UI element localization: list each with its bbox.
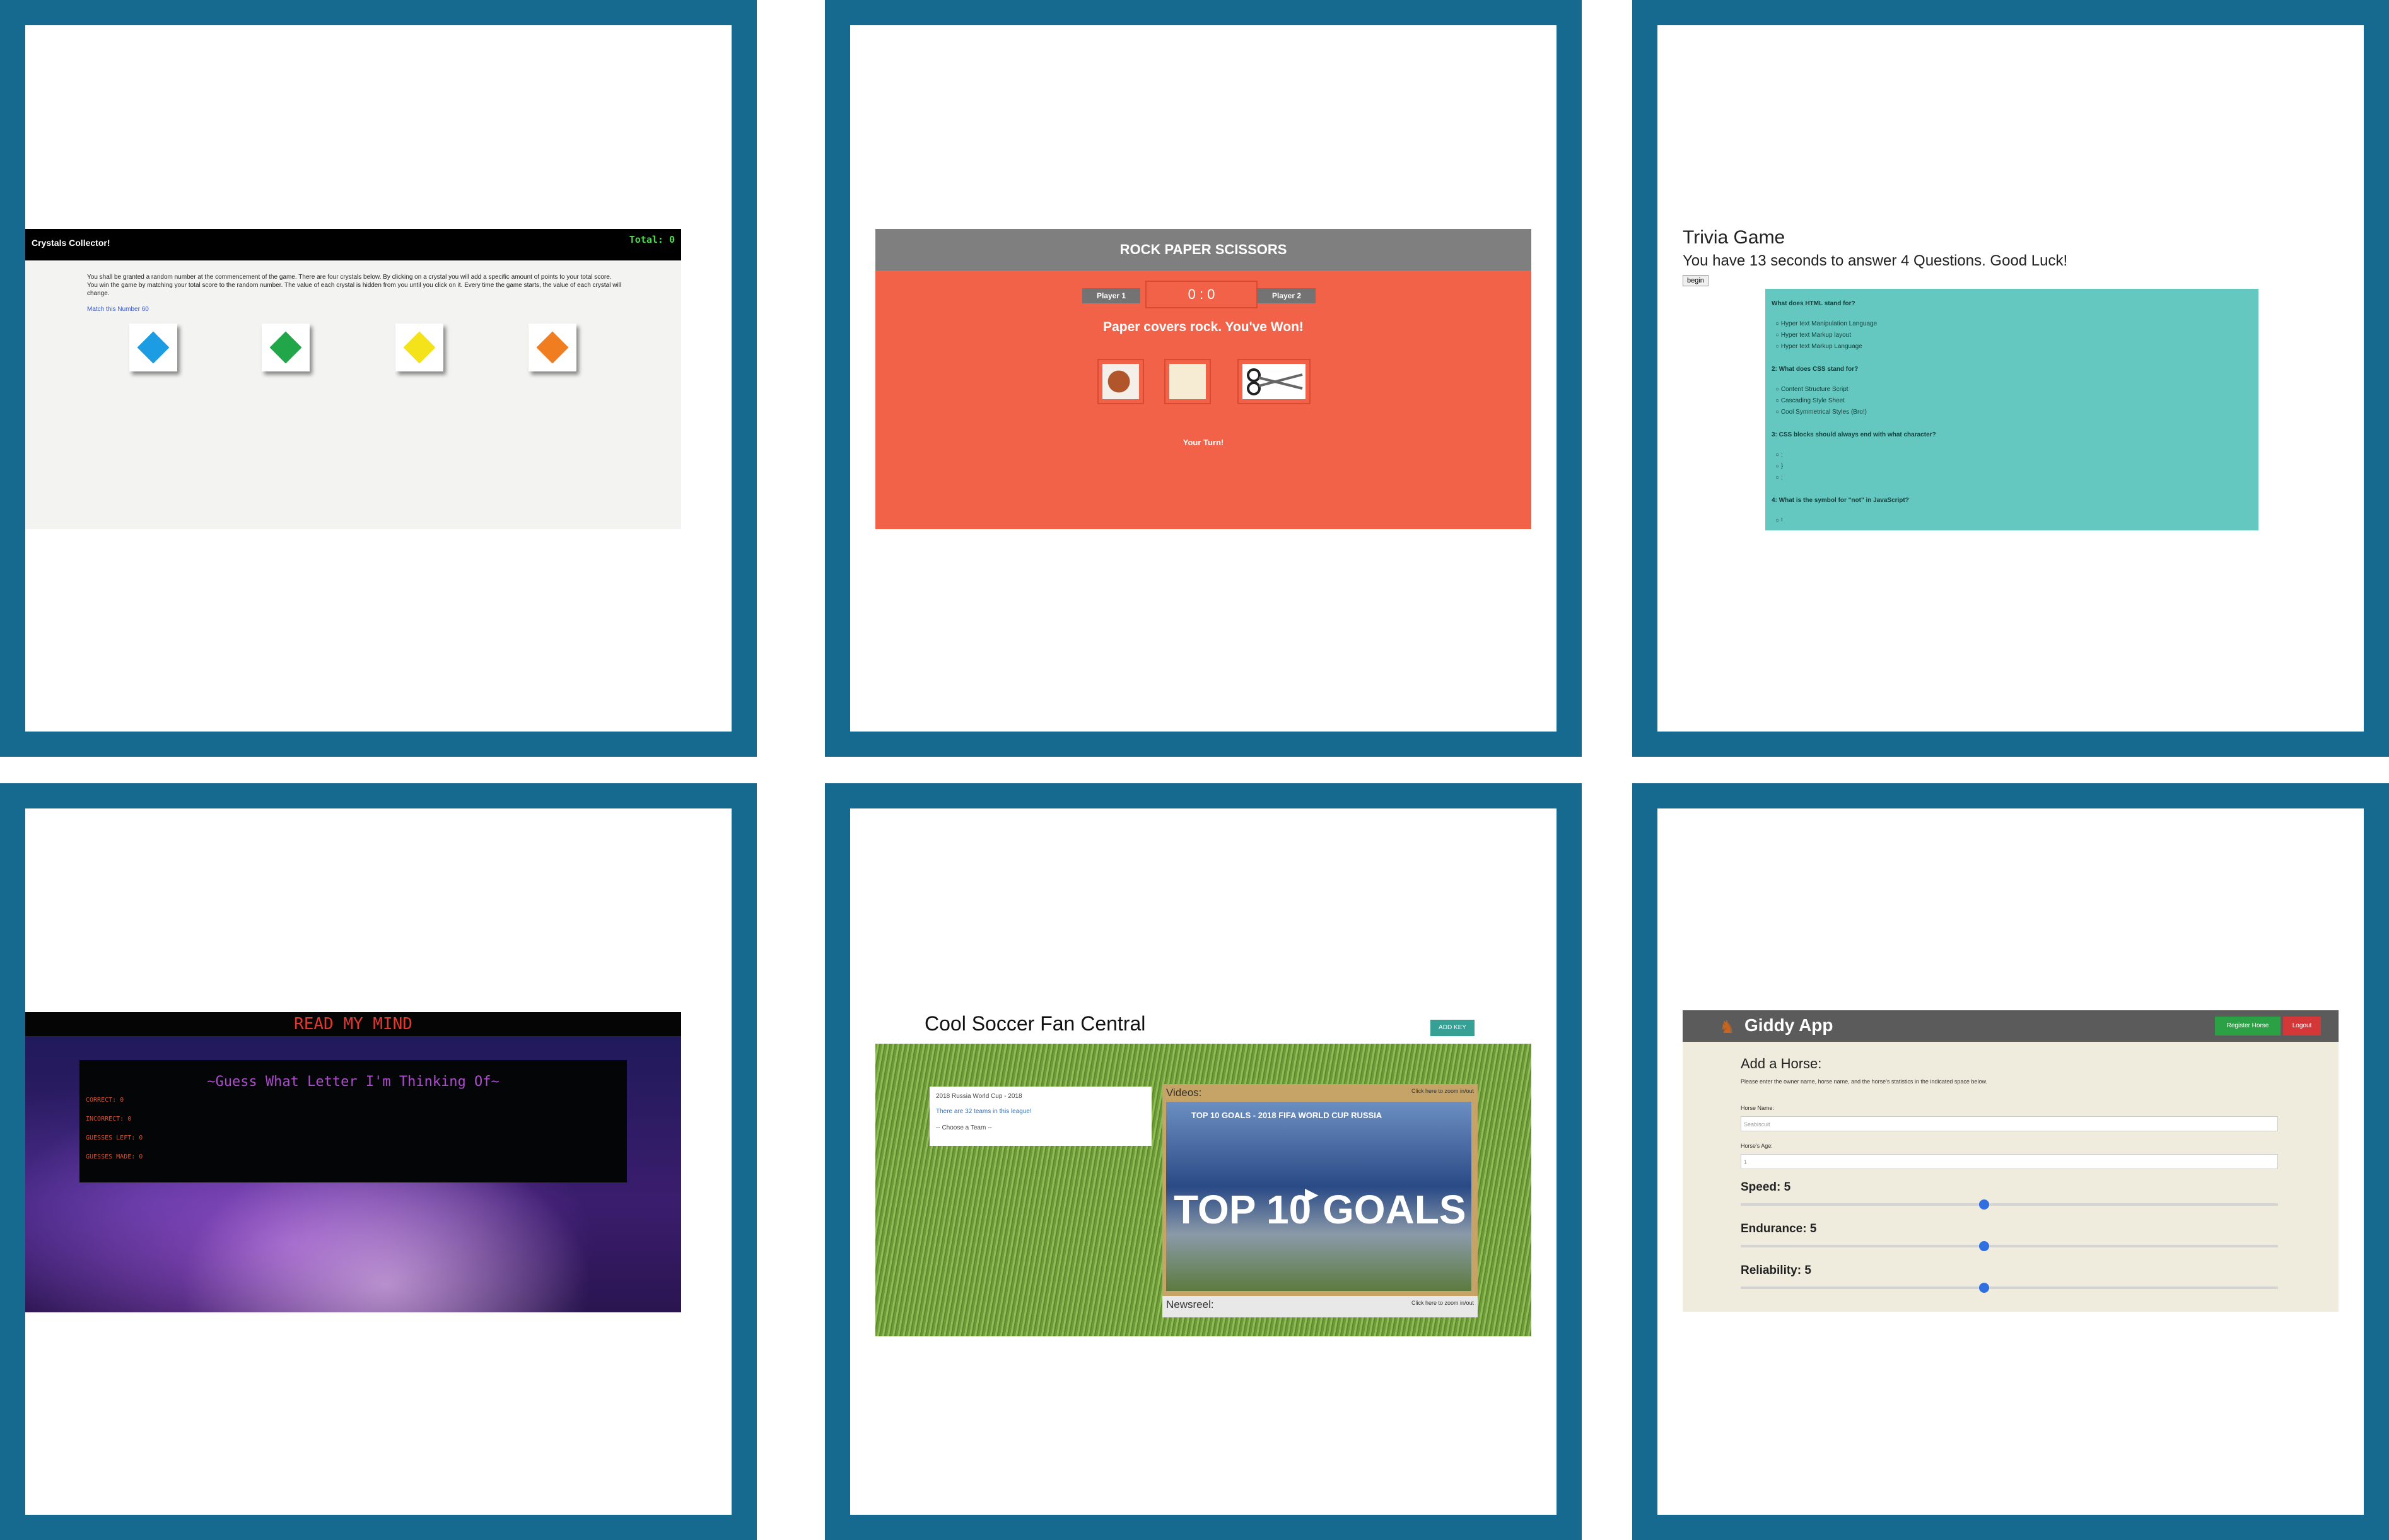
trivia-title: Trivia Game (1683, 227, 1785, 248)
player1-label: Player 1 (1082, 288, 1140, 303)
crystals-title: Crystals Collector! (32, 238, 110, 248)
answer-option[interactable]: : (1775, 452, 1783, 458)
crystal-orange-button[interactable] (529, 324, 576, 371)
answer-option[interactable]: Content Structure Script (1775, 386, 1849, 393)
soccer-screenshot: Cool Soccer Fan Central ADD KEY 2018 Rus… (875, 1012, 1531, 1336)
endurance-slider[interactable] (1741, 1241, 2278, 1251)
speed-slider[interactable] (1741, 1199, 2278, 1210)
league-select[interactable]: 2018 Russia World Cup - 2018 (936, 1093, 1022, 1100)
paper-icon (1169, 364, 1206, 399)
answer-option[interactable]: Hyper text Manipulation Language (1775, 320, 1877, 327)
reliability-slider-handle[interactable] (1979, 1283, 1989, 1293)
zoom-toggle[interactable]: Click here to zoom in/out (1411, 1088, 1474, 1094)
horse-icon: ♞ (1719, 1017, 1736, 1037)
scissors-icon (1242, 364, 1305, 399)
horse-age-label: Horse's Age: (1741, 1143, 1773, 1149)
video-caption: TOP 10 GOALS (1174, 1187, 1466, 1232)
rock-button[interactable] (1097, 359, 1144, 404)
horse-age-input[interactable]: 1 (1741, 1154, 2278, 1169)
rps-title: ROCK PAPER SCISSORS (875, 229, 1531, 271)
crystals-header: Crystals Collector! Total: 0 (25, 229, 681, 260)
question-2: 2: What does CSS stand for? (1772, 366, 1859, 373)
speed-label: Speed: 5 (1741, 1181, 1791, 1194)
crystal-yellow-button[interactable] (395, 324, 443, 371)
begin-button[interactable]: begin (1683, 275, 1709, 286)
logout-button[interactable]: Logout (2283, 1017, 2321, 1035)
giddy-screenshot: ♞ Giddy App Register Horse Logout Add a … (1683, 1010, 2339, 1312)
panel-rps: ROCK PAPER SCISSORS Player 1 0 : 0 Playe… (825, 0, 1582, 757)
crystals-description: You shall be granted a random number at … (87, 274, 622, 297)
register-horse-button[interactable]: Register Horse (2215, 1017, 2281, 1035)
rps-body: Player 1 0 : 0 Player 2 Paper covers roc… (875, 271, 1531, 529)
panel-read-my-mind: READ MY MIND ~Guess What Letter I'm Thin… (0, 783, 757, 1540)
panel-soccer: Cool Soccer Fan Central ADD KEY 2018 Rus… (825, 783, 1582, 1540)
panel-giddy: ♞ Giddy App Register Horse Logout Add a … (1632, 783, 2389, 1540)
league-panel: 2018 Russia World Cup - 2018 There are 3… (930, 1087, 1152, 1146)
mind-prompt: ~Guess What Letter I'm Thinking Of~ (207, 1074, 499, 1090)
video-title: TOP 10 GOALS - 2018 FIFA WORLD CUP RUSSI… (1191, 1111, 1382, 1120)
reliability-label: Reliability: 5 (1741, 1264, 1811, 1277)
answer-option[interactable]: Hyper text Markup layout (1775, 332, 1851, 339)
answer-option[interactable]: Cool Symmetrical Styles (Bro!) (1775, 409, 1867, 416)
crystal-blue-button[interactable] (129, 324, 177, 371)
newsreel-label: Newsreel: (1166, 1298, 1214, 1310)
answer-option[interactable]: ; (1775, 474, 1783, 481)
player2-label: Player 2 (1258, 288, 1316, 303)
quiz-panel: What does HTML stand for? Hyper text Man… (1765, 289, 2258, 530)
crystals-total: Total: 0 (629, 234, 675, 245)
answer-option[interactable]: } (1775, 463, 1783, 470)
crystals-target: Match this Number 60 (87, 306, 149, 313)
video-player[interactable]: TOP 10 GOALS - 2018 FIFA WORLD CUP RUSSI… (1166, 1102, 1471, 1291)
paper-button[interactable] (1164, 359, 1211, 404)
form-instructions: Please enter the owner name, horse name,… (1741, 1078, 1987, 1085)
answer-option[interactable]: Cascading Style Sheet (1775, 397, 1845, 404)
correct-count: CORRECT: 0 (86, 1097, 124, 1104)
incorrect-count: INCORRECT: 0 (86, 1116, 132, 1123)
guesses-made: GUESSES MADE: 0 (86, 1153, 143, 1160)
trivia-screenshot: Trivia Game You have 13 seconds to answe… (1657, 25, 2364, 732)
rps-result: Paper covers rock. You've Won! (1103, 320, 1304, 334)
rps-turn-status: Your Turn! (1183, 438, 1224, 447)
question-4: 4: What is the symbol for "not" in JavaS… (1772, 497, 1909, 504)
newsreel-panel: Newsreel: Click here to zoom in/out (1162, 1296, 1478, 1317)
giddy-navbar: ♞ Giddy App Register Horse Logout (1683, 1010, 2339, 1042)
grass-background: 2018 Russia World Cup - 2018 There are 3… (875, 1044, 1531, 1336)
mind-title: READ MY MIND (25, 1012, 681, 1036)
scissors-button[interactable] (1237, 359, 1311, 404)
soccer-title: Cool Soccer Fan Central (925, 1012, 1146, 1035)
form-heading: Add a Horse: (1741, 1056, 1822, 1071)
answer-option[interactable]: ! (1775, 517, 1783, 524)
mind-screenshot: READ MY MIND ~Guess What Letter I'm Thin… (25, 1012, 681, 1312)
horse-name-label: Horse Name: (1741, 1105, 1775, 1111)
answer-option[interactable]: Hyper text Markup Language (1775, 343, 1862, 350)
crystals-screenshot: Crystals Collector! Total: 0 You shall b… (25, 229, 681, 529)
guesses-left: GUESSES LEFT: 0 (86, 1135, 143, 1141)
play-icon[interactable]: ▶ (1305, 1184, 1319, 1205)
giddy-logo[interactable]: Giddy App (1744, 1015, 1833, 1035)
question-3: 3: CSS blocks should always end with wha… (1772, 431, 1936, 438)
panel-trivia: Trivia Game You have 13 seconds to answe… (1632, 0, 2389, 757)
videos-label: Videos: (1166, 1087, 1202, 1099)
crystals-body: You shall be granted a random number at … (25, 260, 681, 529)
team-count: There are 32 teams in this league! (936, 1108, 1032, 1115)
endurance-slider-handle[interactable] (1979, 1241, 1989, 1251)
endurance-label: Endurance: 5 (1741, 1222, 1817, 1235)
zoom-toggle[interactable]: Click here to zoom in/out (1411, 1300, 1474, 1306)
speed-slider-handle[interactable] (1979, 1199, 1989, 1210)
question-1: What does HTML stand for? (1772, 300, 1855, 307)
panel-crystals: Crystals Collector! Total: 0 You shall b… (0, 0, 757, 757)
trivia-subtitle: You have 13 seconds to answer 4 Question… (1683, 252, 2068, 269)
team-select[interactable]: -- Choose a Team -- (936, 1124, 992, 1131)
giddy-form: Add a Horse: Please enter the owner name… (1683, 1042, 2339, 1312)
crystal-green-button[interactable] (262, 324, 310, 371)
rock-icon (1102, 364, 1139, 399)
add-key-button[interactable]: ADD KEY (1430, 1020, 1475, 1036)
mind-game-panel: ~Guess What Letter I'm Thinking Of~ CORR… (79, 1060, 627, 1182)
rps-screenshot: ROCK PAPER SCISSORS Player 1 0 : 0 Playe… (875, 229, 1531, 529)
reliability-slider[interactable] (1741, 1283, 2278, 1293)
videos-panel: Videos: Click here to zoom in/out TOP 10… (1162, 1084, 1478, 1315)
galaxy-background: ~Guess What Letter I'm Thinking Of~ CORR… (25, 1036, 681, 1312)
rps-score: 0 : 0 (1145, 281, 1258, 308)
horse-name-input[interactable]: Seabiscuit (1741, 1116, 2278, 1131)
